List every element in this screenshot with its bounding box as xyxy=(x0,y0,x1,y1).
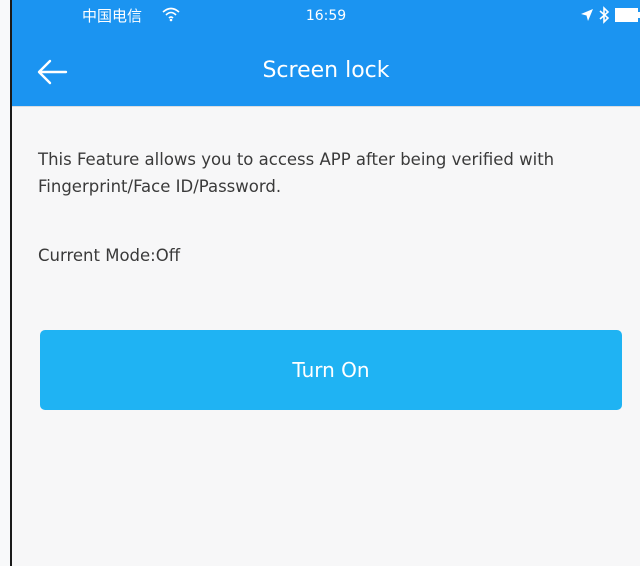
mode-value: Off xyxy=(155,246,181,265)
app-header: 中国电信 16:59 Screen lock xyxy=(12,0,640,106)
bluetooth-icon xyxy=(599,6,610,24)
battery-icon xyxy=(615,8,640,22)
mode-label: Current Mode: xyxy=(38,246,156,265)
turn-on-button[interactable]: Turn On xyxy=(40,330,622,410)
phone-screen: 中国电信 16:59 Screen lock This Feature allo… xyxy=(12,0,640,566)
nav-bar: Screen lock xyxy=(12,34,640,106)
status-time: 16:59 xyxy=(305,8,347,24)
header-divider xyxy=(12,106,640,107)
status-bar: 中国电信 16:59 xyxy=(12,0,640,34)
current-mode: Current Mode:Off xyxy=(38,244,180,268)
app-screen: 中国电信 16:59 Screen lock This Feature allo… xyxy=(0,0,640,566)
location-icon xyxy=(581,9,593,21)
feature-description: This Feature allows you to access APP af… xyxy=(38,150,555,196)
page-title: Screen lock xyxy=(262,58,390,83)
